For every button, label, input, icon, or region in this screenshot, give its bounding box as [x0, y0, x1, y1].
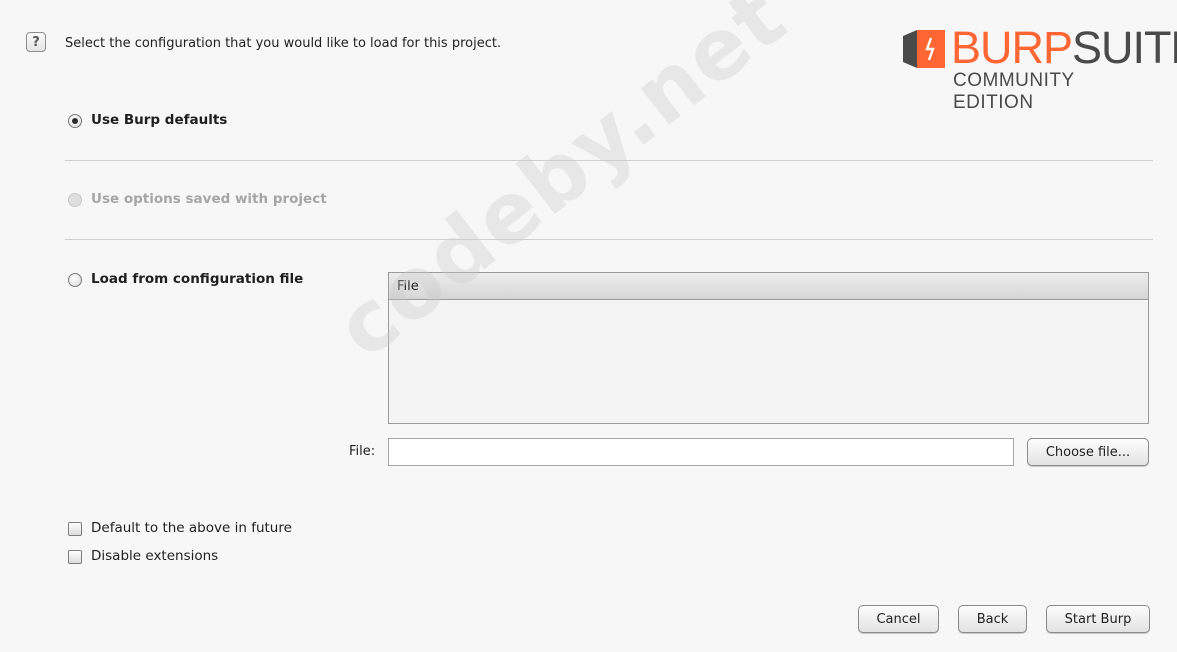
- file-field-label: File:: [349, 444, 376, 459]
- divider: [65, 160, 1153, 161]
- checkbox-default-in-future[interactable]: [68, 522, 82, 536]
- help-icon[interactable]: ?: [26, 32, 46, 52]
- logo-suite-text: SUITE: [1072, 22, 1177, 73]
- config-file-table[interactable]: File: [388, 272, 1149, 424]
- logo-burp-text: BURP: [951, 22, 1073, 73]
- burp-logo-icon: [903, 30, 945, 68]
- checkbox-label-disable-extensions[interactable]: Disable extensions: [91, 548, 218, 564]
- checkbox-label-default-in-future[interactable]: Default to the above in future: [91, 520, 292, 536]
- prompt-text: Select the configuration that you would …: [65, 36, 502, 51]
- burp-suite-logo: BURPSUITE COMMUNITY EDITION: [903, 23, 1177, 113]
- file-path-input[interactable]: [388, 438, 1014, 466]
- radio-use-saved-options: [68, 193, 82, 207]
- file-column-header[interactable]: File: [389, 273, 1148, 300]
- checkbox-disable-extensions[interactable]: [68, 550, 82, 564]
- radio-label-use-saved-options: Use options saved with project: [91, 191, 327, 207]
- choose-file-button[interactable]: Choose file...: [1027, 438, 1149, 466]
- logo-edition-text: COMMUNITY EDITION: [953, 70, 1075, 113]
- cancel-button[interactable]: Cancel: [858, 605, 939, 633]
- radio-label-load-config-file[interactable]: Load from configuration file: [91, 271, 303, 287]
- back-button[interactable]: Back: [958, 605, 1027, 633]
- radio-load-config-file[interactable]: [68, 273, 82, 287]
- radio-use-burp-defaults[interactable]: [68, 114, 82, 128]
- project-config-panel: ? Select the configuration that you woul…: [0, 0, 1177, 652]
- logo-wordmark: BURPSUITE: [951, 23, 1177, 73]
- start-burp-button[interactable]: Start Burp: [1046, 605, 1150, 633]
- radio-label-use-burp-defaults[interactable]: Use Burp defaults: [91, 112, 227, 128]
- divider: [65, 239, 1153, 240]
